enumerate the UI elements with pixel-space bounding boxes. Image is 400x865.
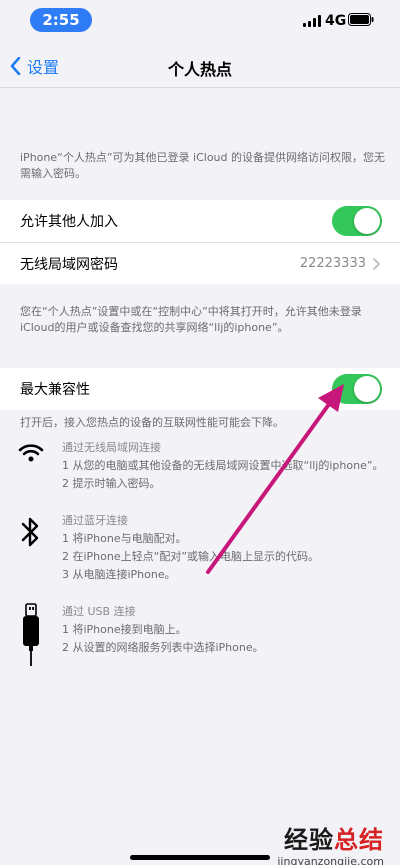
wifi-password-row[interactable]: 无线局域网密码 22223333 — [0, 242, 400, 284]
wifi-connection-title: 通过无线局域网连接 — [62, 441, 161, 454]
home-indicator — [130, 855, 270, 860]
page-title: 个人热点 — [167, 60, 232, 79]
bluetooth-connection-steps: 1 将iPhone与电脑配对。 2 在iPhone上轻点“配对”或输入电脑上显示… — [62, 530, 319, 584]
allow-others-label: 允许其他人加入 — [20, 214, 118, 230]
compat-note: 打开后，接入您热点的设备的互联网性能可能会下降。 — [20, 416, 284, 429]
status-time: 2:55 — [30, 8, 92, 32]
navigation-bar: 设置 个人热点 — [0, 44, 400, 88]
wifi-icon — [18, 444, 44, 462]
usb-cable-icon — [23, 603, 39, 666]
cellular-signal-icon — [303, 15, 321, 27]
watermark-url: jingyanzongjie.com — [277, 855, 384, 865]
max-compat-label: 最大兼容性 — [20, 382, 90, 398]
battery-icon — [348, 13, 374, 26]
step: 3 从电脑连接iPhone。 — [62, 568, 176, 581]
watermark-title: 经验总结 — [284, 826, 384, 854]
step: 1 从您的电脑或其他设备的无线局域网设置中选取“llj的iphone”。 — [62, 459, 384, 472]
control-center-note: 您在“个人热点”设置中或在“控制中心”中将其打开时，允许其他未登录 iCloud… — [20, 305, 362, 334]
wifi-password-label: 无线局域网密码 — [20, 256, 118, 273]
max-compat-toggle[interactable] — [332, 374, 382, 404]
max-compat-row[interactable]: 最大兼容性 — [0, 368, 400, 410]
toggle-knob — [354, 208, 380, 234]
watermark: 经验总结 jingyanzongjie.com — [277, 820, 384, 865]
allow-others-toggle[interactable] — [332, 206, 382, 236]
intro-note: iPhone“个人热点”可为其他已登录 iCloud 的设备提供网络访问权限，您… — [20, 151, 385, 180]
allow-others-row[interactable]: 允许其他人加入 — [0, 200, 400, 242]
bluetooth-icon — [21, 517, 39, 547]
usb-connection-steps: 1 将iPhone接到电脑上。 2 从设置的网络服务列表中选择iPhone。 — [62, 621, 264, 657]
step: 2 从设置的网络服务列表中选择iPhone。 — [62, 641, 264, 654]
chevron-right-icon — [373, 258, 380, 270]
bluetooth-connection-title: 通过蓝牙连接 — [62, 514, 128, 527]
toggle-knob — [354, 376, 380, 402]
wifi-connection-steps: 1 从您的电脑或其他设备的无线局域网设置中选取“llj的iphone”。 2 提… — [62, 457, 384, 493]
settings-group: 允许其他人加入 无线局域网密码 22223333 — [0, 200, 400, 284]
step: 2 提示时输入密码。 — [62, 477, 161, 490]
network-type: 4G — [325, 13, 347, 29]
status-bar: 2:55 4G — [0, 0, 400, 44]
step: 1 将iPhone与电脑配对。 — [62, 532, 187, 545]
annotation-arrow — [206, 384, 344, 574]
compat-group: 最大兼容性 — [0, 368, 400, 410]
wifi-password-value: 22223333 — [299, 256, 366, 271]
usb-connection-title: 通过 USB 连接 — [62, 605, 136, 618]
step: 2 在iPhone上轻点“配对”或输入电脑上显示的代码。 — [62, 550, 320, 563]
step: 1 将iPhone接到电脑上。 — [62, 623, 187, 636]
